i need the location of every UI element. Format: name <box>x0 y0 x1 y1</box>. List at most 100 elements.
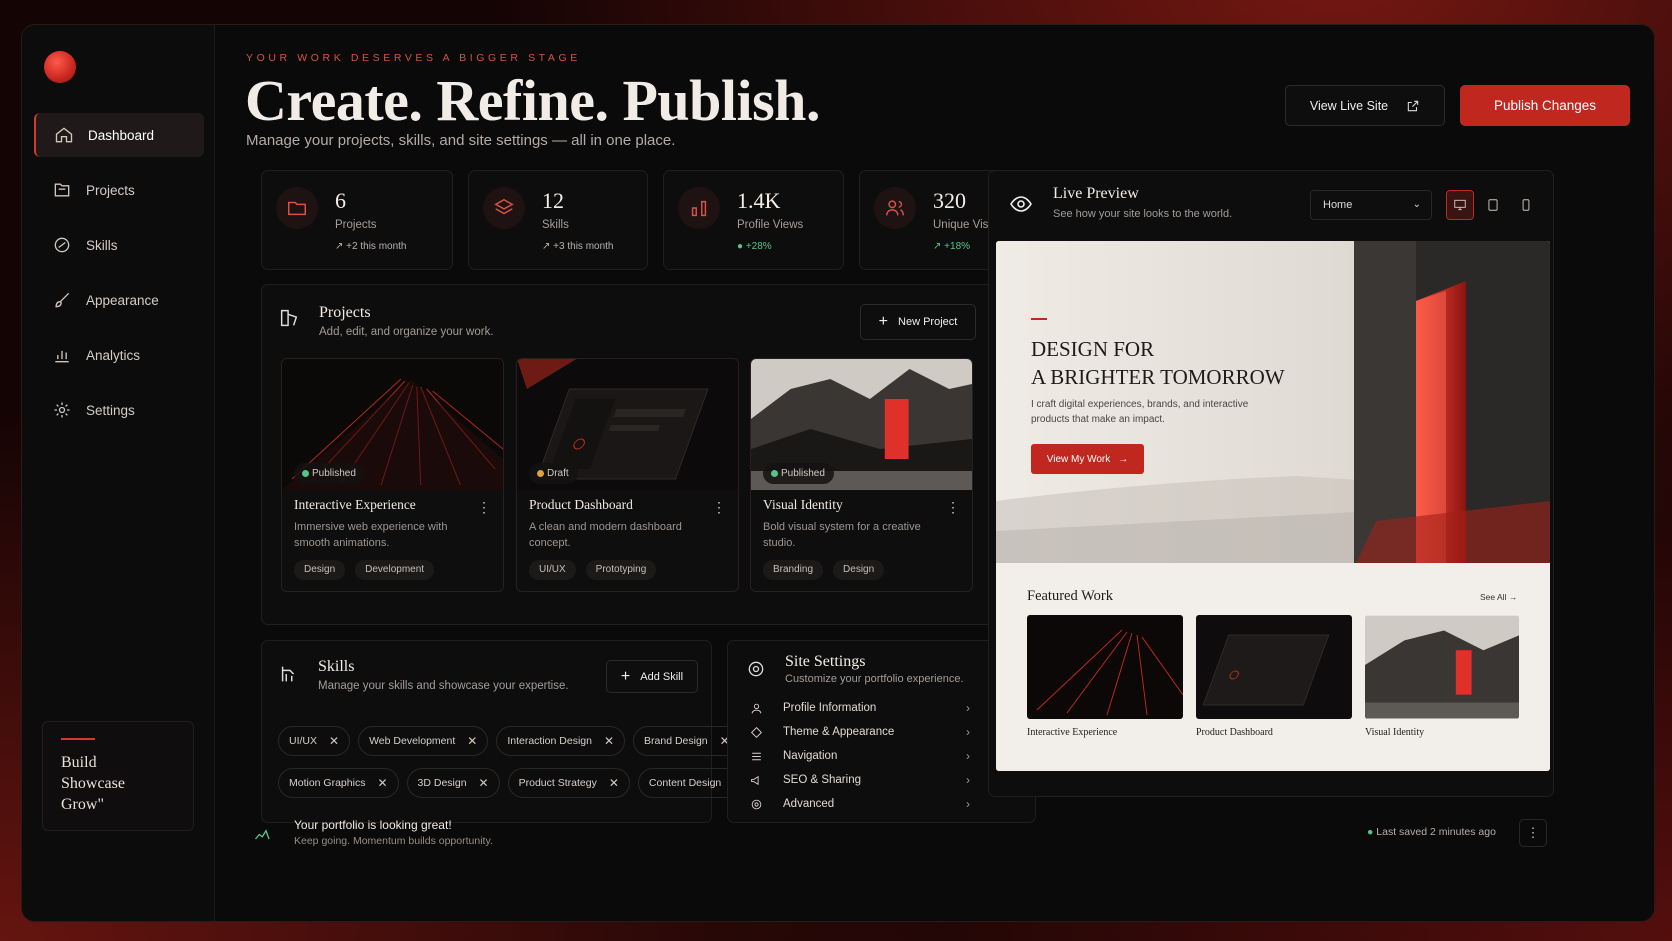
sidebar-item-analytics[interactable]: Analytics <box>34 333 204 377</box>
featured-thumbnail <box>1196 615 1352 719</box>
project-tags: Branding Design <box>763 560 885 580</box>
stat-change: ● +28% <box>737 241 772 252</box>
settings-item-navigation[interactable]: Navigation › <box>750 744 970 768</box>
sidebar-item-label: Analytics <box>86 347 141 363</box>
close-icon[interactable]: ✕ <box>609 776 619 790</box>
more-options-icon[interactable]: ⋮ <box>712 499 726 516</box>
project-card[interactable]: Published Interactive Experience ⋮ Immer… <box>281 358 504 592</box>
stat-value: 6 <box>335 188 346 213</box>
motto-line: Grow" <box>61 796 104 813</box>
stat-change-text: +18% <box>944 241 971 252</box>
settings-item-theme[interactable]: Theme & Appearance › <box>750 720 970 744</box>
project-title: Product Dashboard <box>529 497 633 512</box>
more-options-button[interactable]: ⋮ <box>1519 819 1547 847</box>
stat-label: Profile Views <box>737 219 804 231</box>
status-badge: Draft <box>529 463 578 484</box>
more-options-icon[interactable]: ⋮ <box>477 499 491 516</box>
skill-chip[interactable]: Product Strategy ✕ <box>507 768 630 798</box>
hero-description: I craft digital experiences, brands, and… <box>1031 399 1249 425</box>
publish-changes-button[interactable]: Publish Changes <box>1460 85 1630 126</box>
project-card[interactable]: Published Visual Identity ⋮ Bold visual … <box>750 358 973 592</box>
sidebar-item-dashboard[interactable]: Dashboard <box>34 113 204 157</box>
tablet-icon <box>1488 199 1498 211</box>
save-status: ● Last saved 2 minutes ago <box>1367 826 1496 838</box>
accent-bar <box>1031 318 1047 320</box>
stat-value: 12 <box>542 188 564 213</box>
project-card[interactable]: Draft Product Dashboard ⋮ A clean and mo… <box>516 358 739 592</box>
sidebar-item-skills[interactable]: Skills <box>34 223 204 267</box>
stat-card-profile-views: 1.4K Profile Views ● +28% <box>663 170 844 270</box>
stat-change: ↗ +3 this month <box>542 241 614 252</box>
hero-heading-line: DESIGN FOR <box>1031 337 1155 361</box>
see-all-link[interactable]: See All → <box>1480 592 1517 602</box>
sidebar-item-appearance[interactable]: Appearance <box>34 278 204 322</box>
sidebar-item-label: Skills <box>86 237 118 253</box>
tag: Branding <box>763 560 824 580</box>
page-select[interactable]: Home ⌄ <box>1310 190 1432 220</box>
featured-item-title: Visual Identity <box>1365 727 1425 738</box>
plus-icon: + <box>620 667 631 685</box>
view-live-site-button[interactable]: View Live Site <box>1285 85 1445 126</box>
chip-label: Motion Graphics <box>289 777 366 789</box>
site-preview: DESIGN FOR A BRIGHTER TOMORROW I craft d… <box>996 241 1550 771</box>
user-icon <box>751 703 762 713</box>
chip-label: UI/UX <box>289 735 318 747</box>
project-description: Immersive web experience with smooth ani… <box>294 521 448 549</box>
home-icon <box>55 127 73 143</box>
skill-chip[interactable]: Interaction Design ✕ <box>496 726 626 756</box>
sidebar-item-label: Settings <box>86 402 135 418</box>
app-window: Dashboard Projects Skills Appearance Ana… <box>21 24 1655 922</box>
close-icon[interactable]: ✕ <box>377 776 387 790</box>
settings-item-label: Profile Information <box>783 702 877 714</box>
section-subtitle: See how your site looks to the world. <box>1053 208 1233 220</box>
close-icon[interactable]: ✕ <box>467 734 477 748</box>
add-skill-button[interactable]: + Add Skill <box>606 660 698 693</box>
skill-chip[interactable]: UI/UX ✕ <box>278 726 351 756</box>
featured-item-title: Interactive Experience <box>1027 727 1118 738</box>
settings-item-advanced[interactable]: Advanced › <box>750 792 970 816</box>
project-title: Visual Identity <box>763 497 843 512</box>
new-project-button[interactable]: + New Project <box>860 304 976 340</box>
project-title: Interactive Experience <box>294 497 416 512</box>
close-icon[interactable]: ✕ <box>479 776 489 790</box>
chevron-down-icon: ⌄ <box>1412 199 1421 210</box>
gear-icon <box>751 799 762 809</box>
stat-label: Skills <box>542 219 569 231</box>
chip-label: Web Development <box>369 735 456 747</box>
stat-change-text: +2 this month <box>346 241 407 252</box>
stat-change: ↗ +18% <box>933 241 971 252</box>
stat-icon-wrap <box>678 187 720 229</box>
settings-item-seo[interactable]: SEO & Sharing › <box>750 768 970 792</box>
sidebar-item-label: Appearance <box>86 292 159 308</box>
settings-item-profile[interactable]: Profile Information › <box>750 696 970 720</box>
skills-icon <box>54 237 70 253</box>
skill-chip[interactable]: 3D Design ✕ <box>406 768 500 798</box>
hero-heading-line: A BRIGHTER TOMORROW <box>1031 365 1285 389</box>
skill-chip[interactable]: Motion Graphics ✕ <box>278 768 399 798</box>
desktop-view-button[interactable] <box>1446 190 1474 220</box>
project-description: A clean and modern dashboard concept. <box>529 521 682 549</box>
settings-item-label: SEO & Sharing <box>783 774 861 786</box>
tablet-view-button[interactable] <box>1479 190 1507 220</box>
skill-chips: UI/UX ✕ Web Development ✕ Interaction Design… <box>278 726 755 798</box>
skill-chip[interactable]: Web Development ✕ <box>358 726 489 756</box>
chevron-right-icon: › <box>966 725 970 739</box>
section-subtitle: Add, edit, and organize your work. <box>319 326 494 338</box>
view-live-label: View Live Site <box>1309 98 1389 113</box>
mobile-view-button[interactable] <box>1512 190 1540 220</box>
view-my-work-button[interactable]: View My Work → <box>1031 444 1144 474</box>
stat-change-text: +3 this month <box>553 241 614 252</box>
arrow-right-icon: → <box>1118 453 1129 465</box>
sidebar-item-settings[interactable]: Settings <box>34 388 204 432</box>
bar-chart-icon <box>691 200 707 217</box>
more-options-icon[interactable]: ⋮ <box>946 499 960 516</box>
chevron-right-icon: › <box>966 749 970 763</box>
sidebar-item-projects[interactable]: Projects <box>34 168 204 212</box>
external-link-icon <box>1407 100 1419 111</box>
close-icon[interactable]: ✕ <box>604 734 614 748</box>
close-icon[interactable]: ✕ <box>329 734 339 748</box>
section-title: Projects <box>319 304 371 321</box>
skills-icon <box>281 666 295 682</box>
chevron-right-icon: › <box>966 773 970 787</box>
skill-chip[interactable]: Brand Design ✕ <box>633 726 741 756</box>
